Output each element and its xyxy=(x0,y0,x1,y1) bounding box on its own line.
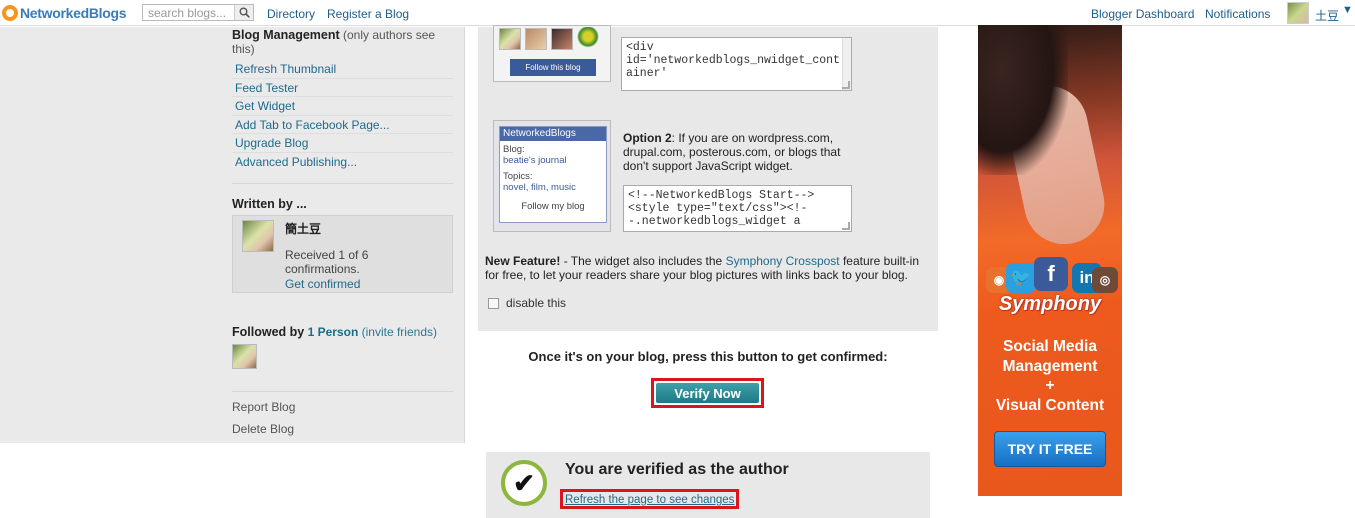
follower-thumb xyxy=(499,28,521,50)
twitter-icon: 🐦 xyxy=(1006,263,1036,293)
widget-preview-2: NetworkedBlogs Blog: beatie's journal To… xyxy=(493,120,611,232)
refresh-page-link[interactable]: Refresh the page to see changes xyxy=(565,494,734,506)
search-icon xyxy=(239,7,250,18)
sidebar-content: Blog Management (only authors see this) … xyxy=(232,27,465,443)
ad-copy-line: + xyxy=(1045,377,1055,394)
search-button[interactable] xyxy=(234,5,253,20)
resize-handle[interactable] xyxy=(842,222,850,230)
report-blog-link[interactable]: Report Blog xyxy=(232,400,295,414)
search-box[interactable]: search blogs... xyxy=(142,4,254,21)
symphony-crosspost-link[interactable]: Symphony Crosspost xyxy=(726,254,840,268)
topics-list: novel, film, music xyxy=(503,182,576,193)
user-avatar[interactable] xyxy=(1287,2,1309,24)
verified-title: You are verified as the author xyxy=(565,461,789,478)
confirm-instructions: Once it's on your blog, press this butto… xyxy=(528,349,888,364)
verify-now-button[interactable]: Verify Now xyxy=(656,383,759,403)
try-it-free-button[interactable]: TRY IT FREE xyxy=(994,431,1106,467)
checkmark-icon: ✔ xyxy=(501,460,547,506)
code-line: ainer' xyxy=(626,67,668,80)
delete-blog-link[interactable]: Delete Blog xyxy=(232,422,294,436)
follower-thumb xyxy=(551,28,573,50)
widget-card-header: NetworkedBlogs xyxy=(500,127,606,141)
sidebar-item-advanced-publishing[interactable]: Advanced Publishing... xyxy=(232,153,453,172)
author-card: 簡土豆 Received 1 of 6 confirmations. Get c… xyxy=(232,215,453,293)
sidebar-item-get-widget[interactable]: Get Widget xyxy=(232,97,453,116)
user-menu-caret-icon[interactable]: ▼ xyxy=(1342,4,1353,16)
top-bar: NetworkedBlogs search blogs... Directory… xyxy=(0,0,1355,26)
nav-register-blog[interactable]: Register a Blog xyxy=(327,7,409,21)
networkedblogs-logo[interactable]: NetworkedBlogs xyxy=(2,4,127,22)
symphony-ad[interactable]: ◉ 🐦 f in ◎ Symphony Social Media Managem… xyxy=(978,25,1122,496)
code-line: <div xyxy=(626,41,654,54)
followers-count-link[interactable]: 1 Person xyxy=(308,325,359,339)
widget-code-textarea-1[interactable]: <div id='networkedblogs_nwidget_cont ain… xyxy=(621,37,852,91)
confirmation-status: Received 1 of 6 confirmations. xyxy=(285,248,369,276)
verified-banner: ✔ You are verified as the author Refresh… xyxy=(486,452,930,518)
blog-management-menu: Refresh Thumbnail Feed Tester Get Widget… xyxy=(232,60,453,171)
author-name[interactable]: 簡土豆 xyxy=(285,220,321,237)
follower-thumb xyxy=(525,28,547,50)
ad-copy-line: Visual Content xyxy=(995,396,1105,414)
left-sidebar: Blog Management (only authors see this) … xyxy=(0,27,465,443)
sidebar-item-upgrade-blog[interactable]: Upgrade Blog xyxy=(232,134,453,153)
nav-notifications[interactable]: Notifications xyxy=(1205,7,1270,21)
code-line: -.networkedblogs_widget a xyxy=(628,215,801,228)
code-line: <!--NetworkedBlogs Start--> xyxy=(628,189,815,202)
divider xyxy=(232,183,453,184)
blog-management-title: Blog Management xyxy=(232,28,340,42)
nav-blogger-dashboard[interactable]: Blogger Dashboard xyxy=(1091,7,1194,21)
ad-copy-line: Social Media xyxy=(1003,338,1097,355)
sidebar-item-refresh-thumbnail[interactable]: Refresh Thumbnail xyxy=(232,60,453,79)
divider xyxy=(232,391,453,392)
bird-icon xyxy=(577,27,599,51)
disable-checkbox[interactable] xyxy=(488,297,499,309)
refresh-highlight: Refresh the page to see changes xyxy=(560,489,740,509)
option-2-label: Option 2 xyxy=(623,131,672,145)
new-feature-note: New Feature! - The widget also includes … xyxy=(485,254,931,282)
widget-preview-1: Follow this blog xyxy=(493,25,611,82)
new-feature-text: - The widget also includes the xyxy=(560,254,726,268)
resize-handle[interactable] xyxy=(842,81,850,89)
option-2-description: Option 2: If you are on wordpress.com, d… xyxy=(623,131,858,173)
new-feature-label: New Feature! xyxy=(485,254,561,268)
blog-management-header: Blog Management (only authors see this) xyxy=(232,28,452,56)
followed-by-label: Followed by xyxy=(232,325,305,339)
widget-panel: Follow this blog <div id='networkedblogs… xyxy=(478,25,938,331)
follower-avatar[interactable] xyxy=(232,344,257,369)
disable-option: disable this xyxy=(488,296,566,310)
blog-label: Blog: xyxy=(503,144,525,155)
logo-ring-icon xyxy=(2,5,18,21)
invite-friends-link[interactable]: (invite friends) xyxy=(362,325,437,339)
ad-photo xyxy=(978,25,1068,175)
follow-my-blog: Follow my blog xyxy=(521,201,585,212)
code-line: id='networkedblogs_nwidget_cont xyxy=(626,54,840,67)
nav-directory[interactable]: Directory xyxy=(267,7,315,21)
follow-this-blog-button: Follow this blog xyxy=(510,59,596,76)
sidebar-item-add-tab[interactable]: Add Tab to Facebook Page... xyxy=(232,116,453,134)
facebook-icon: f xyxy=(1034,257,1068,291)
sidebar-item-feed-tester[interactable]: Feed Tester xyxy=(232,79,453,97)
logo-text: NetworkedBlogs xyxy=(20,5,127,21)
followed-by: Followed by 1 Person (invite friends) xyxy=(232,325,437,339)
blog-name: beatie's journal xyxy=(503,155,567,166)
author-avatar[interactable] xyxy=(242,220,274,252)
disable-checkbox-label[interactable]: disable this xyxy=(506,296,566,310)
widget-code-textarea-2[interactable]: <!--NetworkedBlogs Start--> <style type=… xyxy=(623,185,852,232)
code-line: <style type="text/css"><!- xyxy=(628,202,808,215)
topics-label: Topics: xyxy=(503,171,533,182)
verify-highlight: Verify Now xyxy=(651,378,764,408)
user-name[interactable]: 土豆 xyxy=(1315,7,1339,24)
search-input[interactable]: search blogs... xyxy=(143,6,234,20)
ad-copy-line: Management xyxy=(1002,357,1098,375)
widget-card: NetworkedBlogs Blog: beatie's journal To… xyxy=(499,126,607,223)
ad-copy: Social Media Management + Visual Content xyxy=(978,337,1122,415)
get-confirmed-link[interactable]: Get confirmed xyxy=(285,277,360,291)
written-by-title: Written by ... xyxy=(232,197,307,211)
instagram-icon: ◎ xyxy=(1092,267,1118,293)
ad-brand: Symphony xyxy=(998,293,1102,315)
